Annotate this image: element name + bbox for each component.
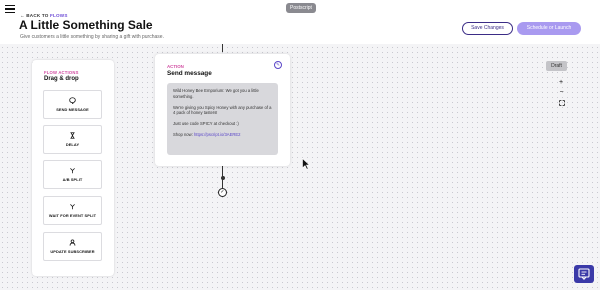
tile-ab-split[interactable]: A/B SPLIT: [43, 160, 102, 189]
shop-link[interactable]: https://pscript.io/3AERE2: [194, 132, 241, 137]
tile-label: DELAY: [65, 142, 80, 147]
page-title: A Little Something Sale: [19, 18, 153, 32]
hourglass-icon: [44, 132, 101, 142]
page-subtitle: Give customers a little something by sha…: [20, 34, 164, 40]
tile-delay[interactable]: DELAY: [43, 125, 102, 154]
zoom-in-icon[interactable]: +: [559, 79, 563, 86]
brand-tab[interactable]: Postscript: [286, 3, 316, 13]
send-message-card[interactable]: ACTION Send message ✎ Wild Honey Bee Emp…: [155, 54, 290, 166]
connector-dot: [220, 176, 225, 180]
card-title: Send message: [167, 70, 212, 77]
flow-actions-panel: FLOW ACTIONS Drag & drop SEND MESSAGE DE…: [32, 60, 114, 276]
card-eyebrow: ACTION: [167, 64, 184, 69]
tile-label: WAIT FOR EVENT SPLIT: [48, 213, 97, 218]
shop-label: Shop now:: [173, 131, 194, 137]
fit-screen-icon[interactable]: [559, 100, 565, 108]
panel-title: Drag & drop: [44, 76, 79, 82]
chat-support-icon: [578, 268, 590, 281]
message-preview: Wild Honey Bee Emporium: We got you a li…: [167, 83, 278, 155]
split-icon: [44, 167, 101, 177]
message-line: Just use code SPICY at checkout :): [173, 121, 239, 127]
message-shop-line: Shop now: https://pscript.io/3AERE2: [173, 132, 272, 138]
chat-icon: [44, 97, 101, 107]
flow-connector-top: [222, 44, 223, 52]
tile-label: A/B SPLIT: [62, 177, 83, 182]
tile-label: SEND MESSAGE: [56, 107, 89, 112]
user-edit-icon: [44, 239, 101, 249]
save-changes-button[interactable]: Save Changes: [462, 22, 513, 35]
event-split-icon: [44, 203, 101, 213]
message-line: We're giving you Spicy Honey with any pu…: [173, 104, 272, 116]
tile-send-message[interactable]: SEND MESSAGE: [43, 90, 102, 119]
message-line: Wild Honey Bee Emporium: We got you a li…: [173, 88, 259, 99]
tile-label: UPDATE SUBSCRIBER: [50, 249, 95, 254]
zoom-out-icon[interactable]: −: [560, 89, 564, 96]
tile-update-subscriber[interactable]: UPDATE SUBSCRIBER: [43, 232, 102, 261]
menu-icon[interactable]: [5, 5, 15, 13]
schedule-launch-button[interactable]: Schedule or Launch: [517, 22, 581, 35]
panel-eyebrow: FLOW ACTIONS: [44, 70, 79, 75]
end-check-icon: ✓: [218, 188, 227, 197]
tile-wait-for-event-split[interactable]: WAIT FOR EVENT SPLIT: [43, 196, 102, 225]
edit-icon[interactable]: ✎: [274, 61, 282, 69]
draft-status-badge: Draft: [546, 61, 567, 71]
help-chat-button[interactable]: [574, 265, 594, 283]
